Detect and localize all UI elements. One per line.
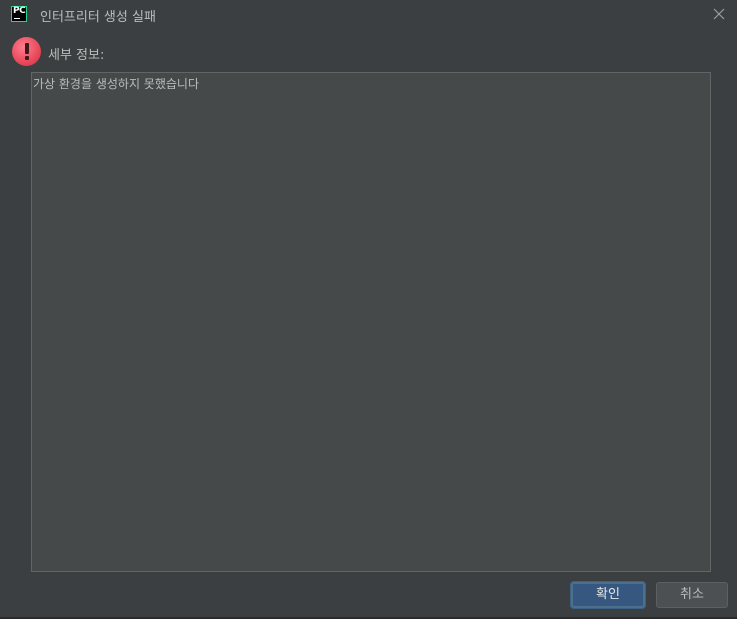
details-text-area[interactable]: 가상 환경을 생성하지 못했습니다 — [31, 72, 711, 572]
exclamation-dot — [24, 56, 29, 60]
close-icon-glyph — [713, 8, 725, 20]
app-icon-text: PC — [13, 6, 26, 16]
pycharm-logo-icon: PC — [11, 6, 27, 22]
error-dialog: PC 인터프리터 생성 실패 세부 정보: 가상 환경을 생성하지 못했습니다 … — [0, 0, 737, 619]
title-bar: PC 인터프리터 생성 실패 — [0, 0, 737, 28]
ok-button[interactable]: 확인 — [571, 582, 645, 608]
window-title: 인터프리터 생성 실패 — [40, 10, 156, 25]
error-icon — [12, 37, 41, 66]
cancel-button[interactable]: 취소 — [656, 582, 728, 608]
close-icon[interactable] — [712, 6, 726, 20]
exclamation-mark — [24, 43, 29, 54]
details-label: 세부 정보: — [48, 48, 105, 63]
app-icon-underline — [14, 17, 20, 19]
